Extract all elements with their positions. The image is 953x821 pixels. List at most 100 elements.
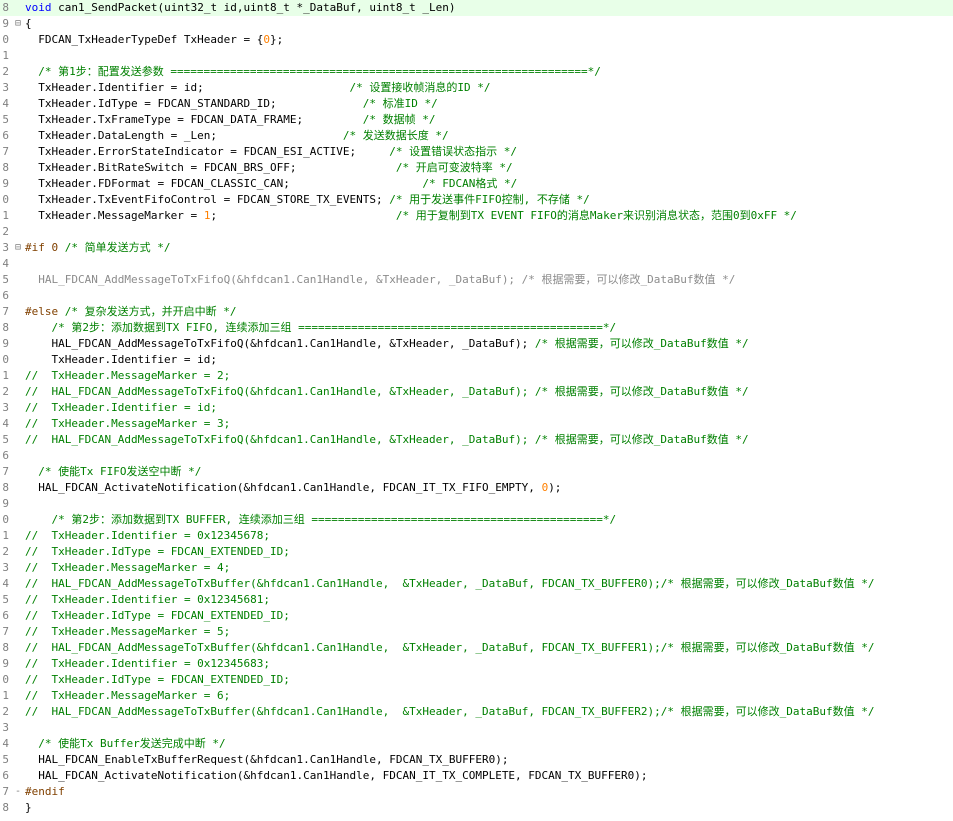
code-line[interactable]: 7 /* 使能Tx FIFO发送空中断 */ [0, 464, 953, 480]
code-text: HAL_FDCAN_ActivateNotification(&hfdcan1.… [25, 768, 953, 784]
code-line[interactable]: 2 /* 第1步：配置发送参数 =========================… [0, 64, 953, 80]
fold-marker [13, 112, 23, 128]
code-line[interactable]: 3 // TxHeader.MessageMarker = 4; [0, 560, 953, 576]
fold-marker [13, 288, 23, 304]
code-line[interactable]: 7- #endif [0, 784, 953, 800]
code-text: TxHeader.TxEventFifoControl = FDCAN_STOR… [25, 192, 953, 208]
fold-marker [13, 80, 23, 96]
line-number: 2 [2, 705, 9, 718]
code-line[interactable]: 0 // TxHeader.IdType = FDCAN_EXTENDED_ID; [0, 672, 953, 688]
line-number: 9 [2, 497, 9, 510]
line-number: 6 [2, 769, 9, 782]
code-line[interactable]: 6 HAL_FDCAN_ActivateNotification(&hfdcan1… [0, 768, 953, 784]
code-line[interactable]: 1 TxHeader.MessageMarker = 1; /* 用于复制到TX … [0, 208, 953, 224]
code-line[interactable]: 4 // HAL_FDCAN_AddMessageToTxBuffer(&hfdc… [0, 576, 953, 592]
line-number: 7 [2, 785, 9, 798]
code-token: /* 第2步：添加数据到TX BUFFER, 连续添加三组 ==========… [51, 513, 617, 526]
code-line[interactable]: 1 // TxHeader.MessageMarker = 6; [0, 688, 953, 704]
code-line[interactable]: 7 // TxHeader.MessageMarker = 5; [0, 624, 953, 640]
code-line[interactable]: 7 #else /* 复杂发送方式，并开启中断 */ [0, 304, 953, 320]
code-line[interactable]: 6 [0, 448, 953, 464]
line-number: 4 [2, 737, 9, 750]
code-line[interactable]: 0 /* 第2步：添加数据到TX BUFFER, 连续添加三组 =========… [0, 512, 953, 528]
fold-toggle-icon[interactable]: ⊟ [13, 240, 23, 256]
code-line[interactable]: 2 // TxHeader.IdType = FDCAN_EXTENDED_ID; [0, 544, 953, 560]
code-line[interactable]: 3 ⊟ #if 0 /* 简单发送方式 */ [0, 240, 953, 256]
code-token: #if 0 [25, 241, 65, 254]
code-line[interactable]: 8 // HAL_FDCAN_AddMessageToTxBuffer(&hfdc… [0, 640, 953, 656]
code-text: HAL_FDCAN_AddMessageToTxFifoQ(&hfdcan1.C… [25, 272, 953, 288]
code-line[interactable]: 9 HAL_FDCAN_AddMessageToTxFifoQ(&hfdcan1.… [0, 336, 953, 352]
code-line[interactable]: 1 [0, 48, 953, 64]
code-line[interactable]: 5 HAL_FDCAN_AddMessageToTxFifoQ(&hfdcan1.… [0, 272, 953, 288]
line-number: 6 [2, 129, 9, 142]
code-line[interactable]: 9 ⊟{ [0, 16, 953, 32]
code-text: // HAL_FDCAN_AddMessageToTxFifoQ(&hfdcan… [25, 384, 953, 400]
code-line[interactable]: 9 // TxHeader.Identifier = 0x12345683; [0, 656, 953, 672]
code-line[interactable]: 7 TxHeader.ErrorStateIndicator = FDCAN_ES… [0, 144, 953, 160]
line-number: 7 [2, 465, 9, 478]
code-line[interactable]: 8 HAL_FDCAN_ActivateNotification(&hfdcan1… [0, 480, 953, 496]
code-line[interactable]: 5 // TxHeader.Identifier = 0x12345681; [0, 592, 953, 608]
code-line[interactable]: 2 // HAL_FDCAN_AddMessageToTxBuffer(&hfdc… [0, 704, 953, 720]
line-number: 6 [2, 289, 9, 302]
code-line[interactable]: 0 TxHeader.Identifier = id; [0, 352, 953, 368]
code-line[interactable]: 8} [0, 800, 953, 816]
code-text: // TxHeader.Identifier = 0x12345683; [25, 656, 953, 672]
code-line[interactable]: 8 TxHeader.BitRateSwitch = FDCAN_BRS_OFF;… [0, 160, 953, 176]
code-editor[interactable]: 8 void can1_SendPacket(uint32_t id,uint8_… [0, 0, 953, 821]
line-number: 5 [2, 433, 9, 446]
fold-marker [13, 160, 23, 176]
line-number: 6 [2, 609, 9, 622]
code-line[interactable]: 4 // TxHeader.MessageMarker = 3; [0, 416, 953, 432]
code-line[interactable]: 5 TxHeader.TxFrameType = FDCAN_DATA_FRAME… [0, 112, 953, 128]
fold-marker [13, 352, 23, 368]
code-line[interactable]: 3 // TxHeader.Identifier = id; [0, 400, 953, 416]
line-number: 0 [2, 193, 9, 206]
fold-toggle-icon[interactable]: ⊟ [13, 16, 23, 32]
code-line[interactable]: 9 [0, 496, 953, 512]
code-token: HAL_FDCAN_AddMessageToTxFifoQ(&hfdcan1.C… [38, 273, 736, 286]
code-line[interactable]: 9 TxHeader.FDFormat = FDCAN_CLASSIC_CAN; … [0, 176, 953, 192]
fold-marker [13, 656, 23, 672]
line-number: 5 [2, 593, 9, 606]
code-text: // TxHeader.MessageMarker = 2; [25, 368, 953, 384]
code-line[interactable]: 6 TxHeader.DataLength = _Len; /* 发送数据长度 *… [0, 128, 953, 144]
code-line[interactable]: 2 // HAL_FDCAN_AddMessageToTxFifoQ(&hfdca… [0, 384, 953, 400]
code-line[interactable]: 5 // HAL_FDCAN_AddMessageToTxFifoQ(&hfdca… [0, 432, 953, 448]
code-token: HAL_FDCAN_AddMessageToTxFifoQ(&hfdcan1.C… [51, 337, 535, 350]
code-token: { [25, 17, 32, 30]
code-line[interactable]: 6 // TxHeader.IdType = FDCAN_EXTENDED_ID; [0, 608, 953, 624]
code-token: // TxHeader.MessageMarker = 6; [25, 689, 231, 702]
code-line[interactable]: 0 TxHeader.TxEventFifoControl = FDCAN_STO… [0, 192, 953, 208]
code-line[interactable]: 8 /* 第2步：添加数据到TX FIFO, 连续添加三组 ===========… [0, 320, 953, 336]
code-text: // TxHeader.MessageMarker = 3; [25, 416, 953, 432]
code-line[interactable]: 2 [0, 224, 953, 240]
line-number: 1 [2, 209, 9, 222]
code-line[interactable]: 4 /* 使能Tx Buffer发送完成中断 */ [0, 736, 953, 752]
code-text: /* 使能Tx FIFO发送空中断 */ [25, 464, 953, 480]
fold-marker [13, 432, 23, 448]
code-text: HAL_FDCAN_AddMessageToTxFifoQ(&hfdcan1.C… [25, 336, 953, 352]
code-line[interactable]: 3 TxHeader.Identifier = id; /* 设置接收帧消息的ID… [0, 80, 953, 96]
code-token: /* 根据需要，可以修改_DataBuf数值 */ [534, 337, 749, 350]
fold-marker [13, 96, 23, 112]
fold-marker [13, 416, 23, 432]
code-line[interactable]: 1 // TxHeader.Identifier = 0x12345678; [0, 528, 953, 544]
code-line[interactable]: 4 TxHeader.IdType = FDCAN_STANDARD_ID; /*… [0, 96, 953, 112]
code-line[interactable]: 4 [0, 256, 953, 272]
code-token: ); [548, 481, 562, 494]
code-line[interactable]: 6 [0, 288, 953, 304]
code-line[interactable]: 5 HAL_FDCAN_EnableTxBufferRequest(&hfdcan… [0, 752, 953, 768]
line-number: 8 [2, 321, 9, 334]
code-line[interactable]: 0 FDCAN_TxHeaderTypeDef TxHeader = {0}; [0, 32, 953, 48]
code-line[interactable]: 3 [0, 720, 953, 736]
code-line[interactable]: 8 void can1_SendPacket(uint32_t id,uint8_… [0, 0, 953, 16]
code-text: // TxHeader.MessageMarker = 5; [25, 624, 953, 640]
code-token: /* 设置接收帧消息的ID */ [349, 81, 491, 94]
code-token: }; [270, 33, 284, 46]
code-line[interactable]: 1 // TxHeader.MessageMarker = 2; [0, 368, 953, 384]
